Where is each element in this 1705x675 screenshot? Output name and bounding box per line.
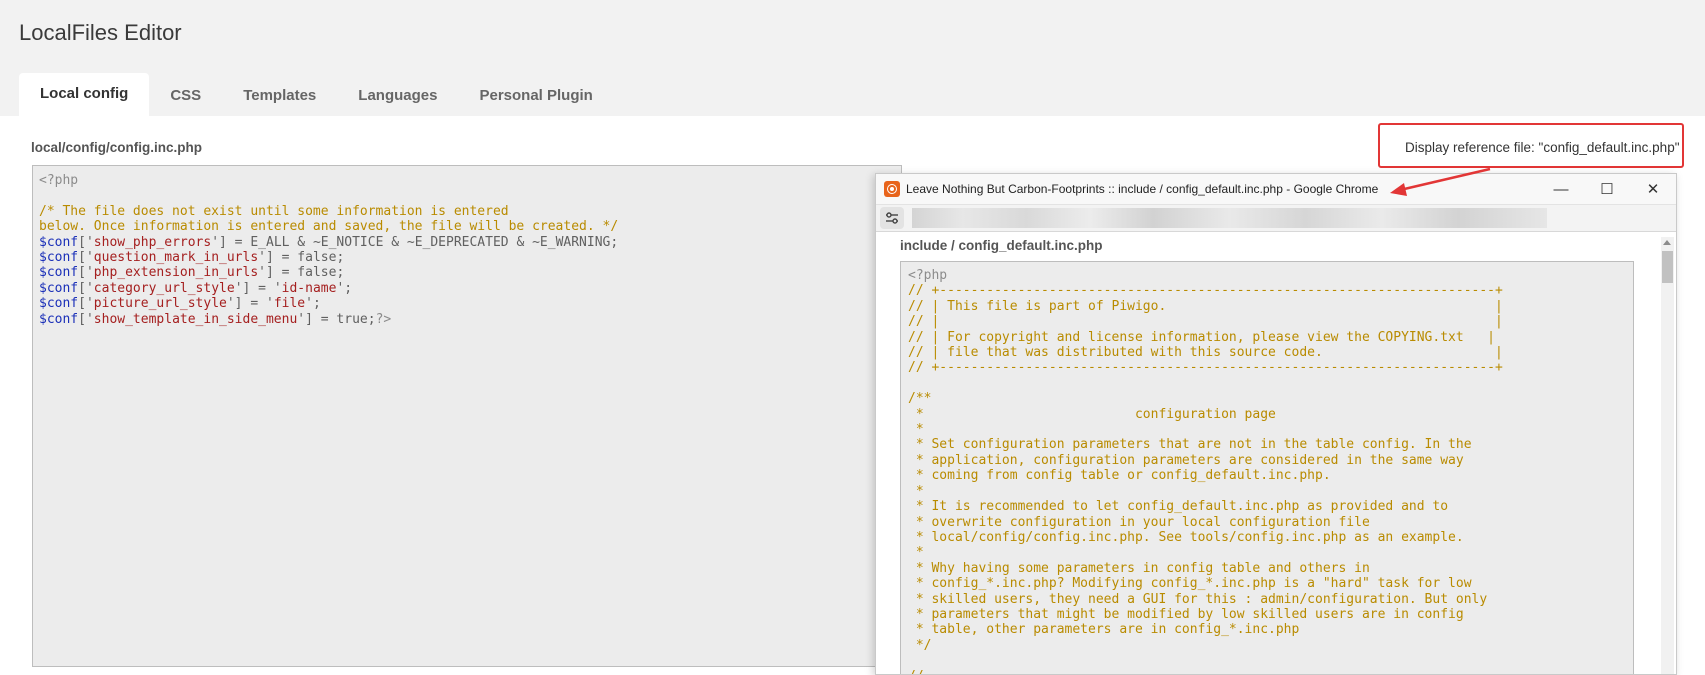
annotation-arrow <box>1390 167 1491 196</box>
